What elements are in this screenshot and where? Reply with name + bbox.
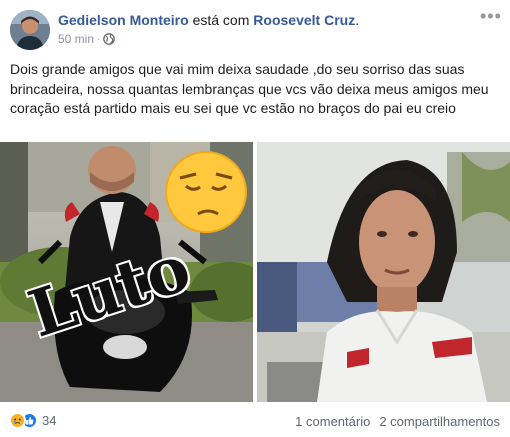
photo-motorcycle[interactable]: Luto [0, 142, 253, 402]
post-meta: 50 min · [58, 32, 116, 46]
more-options-button[interactable]: ••• [480, 7, 501, 28]
tagged-friend-link[interactable]: Roosevelt Cruz [253, 12, 355, 28]
meta-separator: · [97, 33, 101, 45]
post-footer: 34 1 comentário 2 compartilhamentos [0, 402, 510, 437]
author-name-link[interactable]: Gedielson Monteiro [58, 12, 189, 28]
post-header: Gedielson Monteiro está com Roosevelt Cr… [0, 0, 510, 56]
reaction-count[interactable]: 34 [42, 413, 56, 428]
avatar[interactable] [10, 10, 50, 50]
with-text: está com [188, 12, 254, 28]
portrait-photo-image [257, 142, 510, 402]
globe-icon[interactable] [103, 33, 116, 45]
title-period: . [355, 12, 360, 28]
sad-reaction-icon [9, 412, 26, 429]
engagement-counts: 1 comentário 2 compartilhamentos [295, 414, 500, 429]
shares-count-link[interactable]: 2 compartilhamentos [379, 414, 500, 429]
post-title-line: Gedielson Monteiro está com Roosevelt Cr… [58, 11, 359, 29]
post-body-text: Dois grande amigos que vai mim deixa sau… [10, 61, 489, 116]
reactions-summary[interactable]: 34 [9, 412, 56, 429]
avatar-image [10, 10, 50, 50]
photo-portrait[interactable] [257, 142, 510, 402]
photo-grid: Luto [0, 142, 510, 402]
comments-count-link[interactable]: 1 comentário [295, 414, 370, 429]
post-timestamp[interactable]: 50 min [58, 32, 94, 46]
